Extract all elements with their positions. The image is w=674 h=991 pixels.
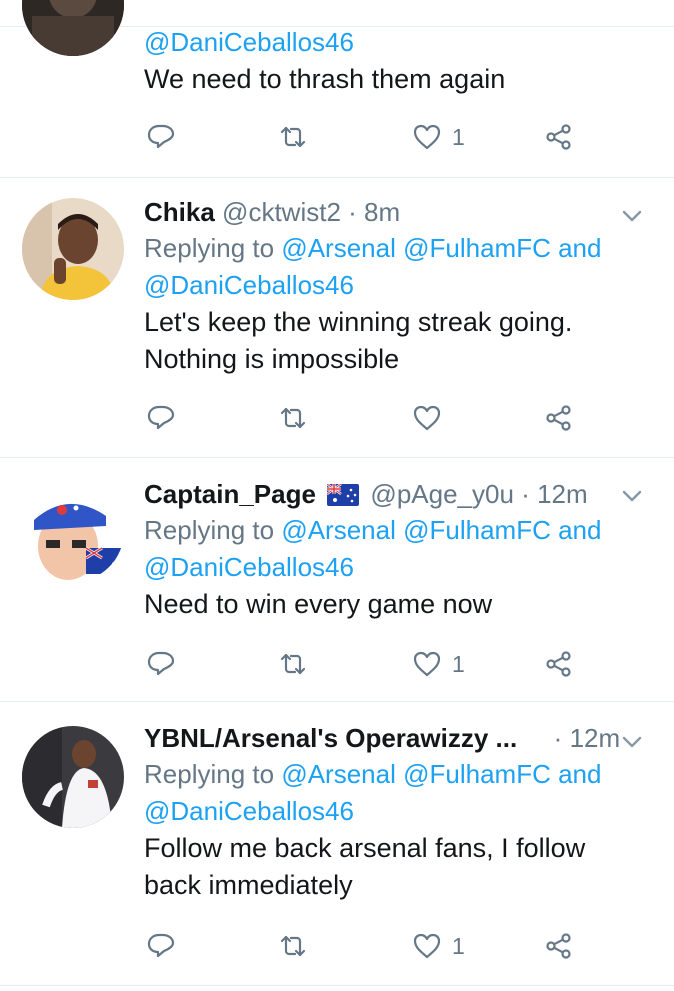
avatar-image bbox=[22, 480, 124, 582]
avatar[interactable] bbox=[22, 198, 124, 300]
chevron-down-icon[interactable] bbox=[620, 730, 644, 754]
reply-context: Replying to @Arsenal @FulhamFC and @Dani… bbox=[144, 756, 634, 830]
action-bar bbox=[146, 398, 586, 438]
mention-link[interactable]: @FulhamFC bbox=[403, 759, 551, 789]
reply-button[interactable] bbox=[146, 398, 176, 438]
tweet-item[interactable]: Captain_Page @pAge_y0u · 12m Replying to… bbox=[0, 458, 674, 702]
separator-dot: · bbox=[553, 723, 563, 753]
avatar-image bbox=[22, 0, 124, 56]
chevron-down-icon[interactable] bbox=[620, 204, 644, 228]
action-bar: 1 bbox=[146, 117, 586, 157]
tweet-text-line: Let's keep the winning streak going. bbox=[144, 307, 573, 337]
retweet-icon bbox=[280, 935, 306, 957]
like-button[interactable]: 1 bbox=[412, 644, 465, 684]
reply-context: @DaniCeballos46 bbox=[144, 24, 634, 61]
mention-link[interactable]: @Arsenal bbox=[281, 759, 396, 789]
separator-dot: · bbox=[521, 479, 530, 509]
and-others-link[interactable]: and bbox=[558, 233, 601, 263]
timestamp[interactable]: 12m bbox=[537, 479, 588, 509]
share-icon bbox=[546, 651, 571, 677]
avatar[interactable] bbox=[22, 726, 124, 828]
separator-dot: · bbox=[348, 197, 357, 227]
and-others-link[interactable]: and bbox=[558, 759, 601, 789]
share-button[interactable] bbox=[544, 644, 574, 684]
share-button[interactable] bbox=[544, 926, 574, 966]
retweet-icon bbox=[280, 407, 306, 429]
replying-to-label: Replying to bbox=[144, 233, 275, 263]
tweet-header: Captain_Page @pAge_y0u · 12m bbox=[144, 476, 634, 512]
reply-button[interactable] bbox=[146, 117, 176, 157]
mention-link[interactable]: @DaniCeballos46 bbox=[144, 27, 354, 57]
retweet-button[interactable] bbox=[278, 926, 308, 966]
tweet-text: We need to thrash them again bbox=[144, 64, 506, 94]
display-name[interactable]: YBNL/Arsenal's Operawizzy ... bbox=[144, 723, 517, 753]
display-name[interactable]: Chika bbox=[144, 197, 215, 227]
heart-icon bbox=[413, 651, 441, 677]
timestamp[interactable]: 12m bbox=[570, 723, 621, 753]
mention-link[interactable]: @FulhamFC bbox=[403, 515, 551, 545]
like-button[interactable]: 1 bbox=[412, 117, 465, 157]
tweet-text: Let's keep the winning streak going. Not… bbox=[144, 304, 634, 378]
reply-context: Replying to @Arsenal @FulhamFC and @Dani… bbox=[144, 230, 634, 304]
mention-link[interactable]: @DaniCeballos46 bbox=[144, 270, 354, 300]
reply-icon bbox=[147, 124, 175, 149]
chevron-down-icon[interactable] bbox=[620, 484, 644, 508]
share-icon bbox=[546, 124, 571, 150]
and-others-link[interactable]: and bbox=[558, 515, 601, 545]
avatar[interactable] bbox=[22, 480, 124, 582]
action-bar: 1 bbox=[146, 926, 586, 966]
reply-icon bbox=[147, 651, 175, 676]
retweet-button[interactable] bbox=[278, 398, 308, 438]
mention-link[interactable]: @FulhamFC bbox=[403, 233, 551, 263]
user-handle[interactable]: @cktwist2 bbox=[222, 197, 341, 227]
replying-to-label: Replying to bbox=[144, 759, 275, 789]
action-bar: 1 bbox=[146, 644, 586, 684]
share-button[interactable] bbox=[544, 117, 574, 157]
tweet-item[interactable]: YBNL/Arsenal's Operawizzy ... · 12m Repl… bbox=[0, 702, 674, 986]
heart-icon bbox=[413, 405, 441, 431]
user-handle[interactable]: @pAge_y0u bbox=[370, 479, 514, 509]
mention-link[interactable]: @Arsenal bbox=[281, 233, 396, 263]
tweet-text: Need to win every game now bbox=[144, 589, 493, 619]
share-icon bbox=[546, 405, 571, 431]
reply-icon bbox=[147, 933, 175, 958]
like-count: 1 bbox=[452, 932, 465, 959]
replying-to-label: Replying to bbox=[144, 515, 275, 545]
share-button[interactable] bbox=[544, 398, 574, 438]
display-name[interactable]: Captain_Page bbox=[144, 479, 316, 509]
heart-icon bbox=[413, 124, 441, 150]
retweet-icon bbox=[280, 653, 306, 675]
tweet-header: Chika @cktwist2 · 8m bbox=[144, 194, 634, 230]
tweet-text-line: back immediately bbox=[144, 870, 353, 900]
mention-link[interactable]: @DaniCeballos46 bbox=[144, 552, 354, 582]
tweet-header: YBNL/Arsenal's Operawizzy ... · 12m bbox=[144, 720, 634, 756]
tweet-item[interactable]: Chika @cktwist2 · 8m Replying to @Arsena… bbox=[0, 178, 674, 458]
reply-context: Replying to @Arsenal @FulhamFC and @Dani… bbox=[144, 512, 634, 586]
mention-link[interactable]: @DaniCeballos46 bbox=[144, 796, 354, 826]
reply-icon bbox=[147, 405, 175, 430]
tweet-text-line: Follow me back arsenal fans, I follow bbox=[144, 833, 586, 863]
like-count: 1 bbox=[452, 123, 465, 150]
retweet-icon bbox=[280, 126, 306, 148]
reply-button[interactable] bbox=[146, 926, 176, 966]
australia-flag-icon bbox=[327, 484, 360, 506]
avatar-image bbox=[22, 726, 124, 828]
like-button[interactable] bbox=[412, 398, 452, 438]
tweet-text-line: Nothing is impossible bbox=[144, 344, 400, 374]
like-count: 1 bbox=[452, 650, 465, 677]
heart-icon bbox=[413, 933, 441, 959]
mention-link[interactable]: @Arsenal bbox=[281, 515, 396, 545]
retweet-button[interactable] bbox=[278, 117, 308, 157]
tweet-text: Follow me back arsenal fans, I follow ba… bbox=[144, 830, 634, 904]
avatar[interactable] bbox=[22, 0, 124, 56]
like-button[interactable]: 1 bbox=[412, 926, 465, 966]
retweet-button[interactable] bbox=[278, 644, 308, 684]
timestamp[interactable]: 8m bbox=[364, 197, 400, 227]
share-icon bbox=[546, 933, 571, 959]
reply-button[interactable] bbox=[146, 644, 176, 684]
tweet-item[interactable]: @DaniCeballos46 We need to thrash them a… bbox=[0, 0, 674, 178]
avatar-image bbox=[22, 198, 124, 300]
